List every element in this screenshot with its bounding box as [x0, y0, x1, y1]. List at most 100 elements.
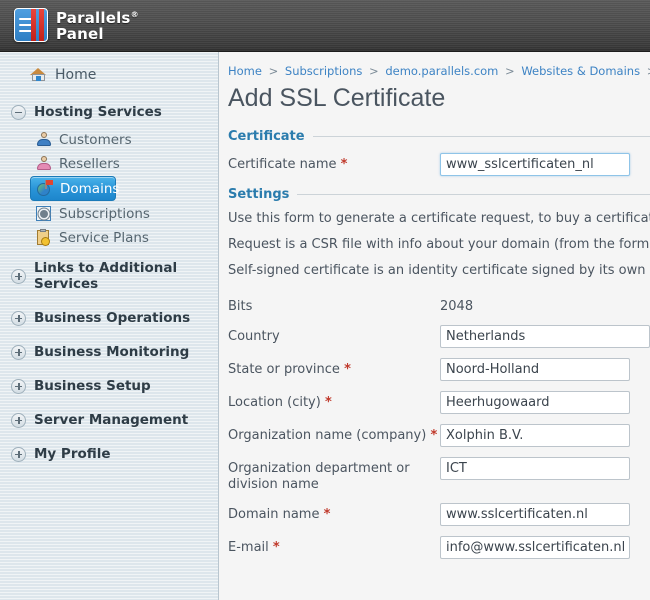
organization-name-input[interactable] — [440, 424, 630, 447]
expand-plus-icon[interactable] — [11, 311, 26, 326]
form-row-certificate-name: Certificate name * — [220, 148, 650, 181]
sidebar-group-header[interactable]: Business Operations — [0, 303, 218, 333]
collapse-minus-icon[interactable] — [11, 105, 26, 120]
sidebar-group-header[interactable]: My Profile — [0, 439, 218, 469]
page-title: Add SSL Certificate — [220, 78, 650, 123]
sidebar-group-header[interactable]: Hosting Services — [0, 97, 218, 127]
domain-name-input[interactable] — [440, 503, 630, 526]
sidebar-item-label: Resellers — [59, 156, 120, 172]
field-label-text: Domain name — [228, 507, 319, 522]
breadcrumb-separator: > — [505, 64, 515, 78]
sidebar-group-label: Server Management — [34, 412, 188, 428]
sidebar-item-subscriptions[interactable]: Subscriptions — [30, 202, 180, 225]
field-label: Organization name (company) * — [228, 424, 440, 444]
sidebar-item-service-plans[interactable]: Service Plans — [30, 226, 180, 249]
sidebar-item-customers[interactable]: Customers — [30, 128, 180, 151]
settings-description-line-1: Use this form to generate a certificate … — [220, 206, 650, 232]
expand-plus-icon[interactable] — [11, 447, 26, 462]
sidebar-group-header[interactable]: Links to Additional Services — [0, 253, 218, 299]
sidebar-group-my-profile: My Profile — [0, 439, 218, 469]
parallels-logo-icon — [14, 8, 48, 42]
sidebar-item-label: Service Plans — [59, 230, 149, 246]
gear-box-icon — [35, 205, 52, 222]
sidebar-group-label: My Profile — [34, 446, 111, 462]
field-label-text: Country — [228, 329, 280, 344]
field-label-text: E-mail — [228, 540, 269, 555]
required-marker: * — [324, 507, 331, 522]
parallels-logo[interactable]: Parallels® Panel — [14, 7, 139, 42]
field-label: Certificate name * — [228, 153, 440, 173]
sidebar-group-label: Hosting Services — [34, 104, 162, 120]
field-label-text: State or province — [228, 362, 340, 377]
person-blue-icon — [35, 131, 52, 148]
field-label: Organization department or division name — [228, 457, 440, 493]
sidebar-item-domains[interactable]: Domains — [30, 176, 116, 201]
field-label: State or province * — [228, 358, 440, 378]
sidebar-group-links-additional-services: Links to Additional Services — [0, 253, 218, 299]
sidebar-item-label: Domains — [60, 181, 119, 197]
section-header-certificate: Certificate — [220, 123, 650, 148]
sidebar-group-business-monitoring: Business Monitoring — [0, 337, 218, 367]
section-header-settings: Settings — [220, 181, 650, 206]
expand-plus-icon[interactable] — [11, 413, 26, 428]
breadcrumb-item-websites-domains[interactable]: Websites & Domains — [521, 64, 640, 78]
email-input[interactable] — [440, 536, 630, 559]
required-marker: * — [341, 157, 348, 172]
field-label-text: Certificate name — [228, 157, 337, 172]
certificate-name-input[interactable] — [440, 153, 630, 176]
breadcrumb: Home > Subscriptions > demo.parallels.co… — [220, 52, 650, 78]
section-rule — [297, 194, 650, 195]
settings-description-line-3: Self-signed certificate is an identity c… — [220, 258, 650, 284]
expand-plus-icon[interactable] — [11, 379, 26, 394]
main-content: Home > Subscriptions > demo.parallels.co… — [220, 52, 650, 600]
sidebar-group-label: Business Setup — [34, 378, 151, 394]
settings-description-line-2: Request is a CSR file with info about yo… — [220, 232, 650, 258]
form-row-country: Country — [220, 320, 650, 353]
form-row-organization-name: Organization name (company) * — [220, 419, 650, 452]
section-rule — [313, 136, 650, 137]
sidebar-group-business-operations: Business Operations — [0, 303, 218, 333]
bits-value: 2048 — [440, 295, 473, 314]
field-label-text: Location (city) — [228, 395, 321, 410]
section-title: Settings — [228, 187, 289, 202]
registered-mark: ® — [131, 10, 139, 19]
field-label: E-mail * — [228, 536, 440, 556]
field-label-text: Bits — [228, 299, 252, 314]
section-title: Certificate — [228, 129, 305, 144]
breadcrumb-item-domain[interactable]: demo.parallels.com — [385, 64, 498, 78]
country-select[interactable] — [440, 325, 650, 348]
state-province-input[interactable] — [440, 358, 630, 381]
sidebar-group-server-management: Server Management — [0, 405, 218, 435]
person-pink-icon — [35, 155, 52, 172]
form-row-organization-department: Organization department or division name — [220, 452, 650, 498]
form-row-state-province: State or province * — [220, 353, 650, 386]
sidebar-group-label: Business Operations — [34, 310, 190, 326]
form-row-email: E-mail * — [220, 531, 650, 564]
form-row-location-city: Location (city) * — [220, 386, 650, 419]
sidebar-group-label: Links to Additional Services — [34, 260, 218, 292]
sidebar: Home Hosting Services Customers Reseller… — [0, 52, 219, 600]
brand-text: Parallels® Panel — [56, 7, 139, 42]
required-marker: * — [325, 395, 332, 410]
expand-plus-icon[interactable] — [11, 269, 26, 284]
required-marker: * — [273, 540, 280, 555]
sidebar-item-home[interactable]: Home — [0, 52, 218, 93]
form-row-bits: Bits 2048 — [220, 290, 650, 320]
location-city-input[interactable] — [440, 391, 630, 414]
sidebar-group-header[interactable]: Server Management — [0, 405, 218, 435]
required-marker: * — [344, 362, 351, 377]
field-label-text: Organization department or division name — [228, 461, 410, 492]
sidebar-group-label: Business Monitoring — [34, 344, 189, 360]
sidebar-group-hosting-services: Hosting Services Customers Resellers Dom… — [0, 97, 218, 249]
breadcrumb-separator: > — [369, 64, 379, 78]
organization-department-input[interactable] — [440, 457, 630, 480]
field-label: Location (city) * — [228, 391, 440, 411]
sidebar-group-header[interactable]: Business Monitoring — [0, 337, 218, 367]
sidebar-item-resellers[interactable]: Resellers — [30, 152, 180, 175]
sidebar-item-label: Customers — [59, 132, 132, 148]
sidebar-group-header[interactable]: Business Setup — [0, 371, 218, 401]
breadcrumb-item-subscriptions[interactable]: Subscriptions — [285, 64, 362, 78]
expand-plus-icon[interactable] — [11, 345, 26, 360]
globe-flag-icon — [36, 180, 53, 197]
breadcrumb-item-home[interactable]: Home — [228, 64, 262, 78]
